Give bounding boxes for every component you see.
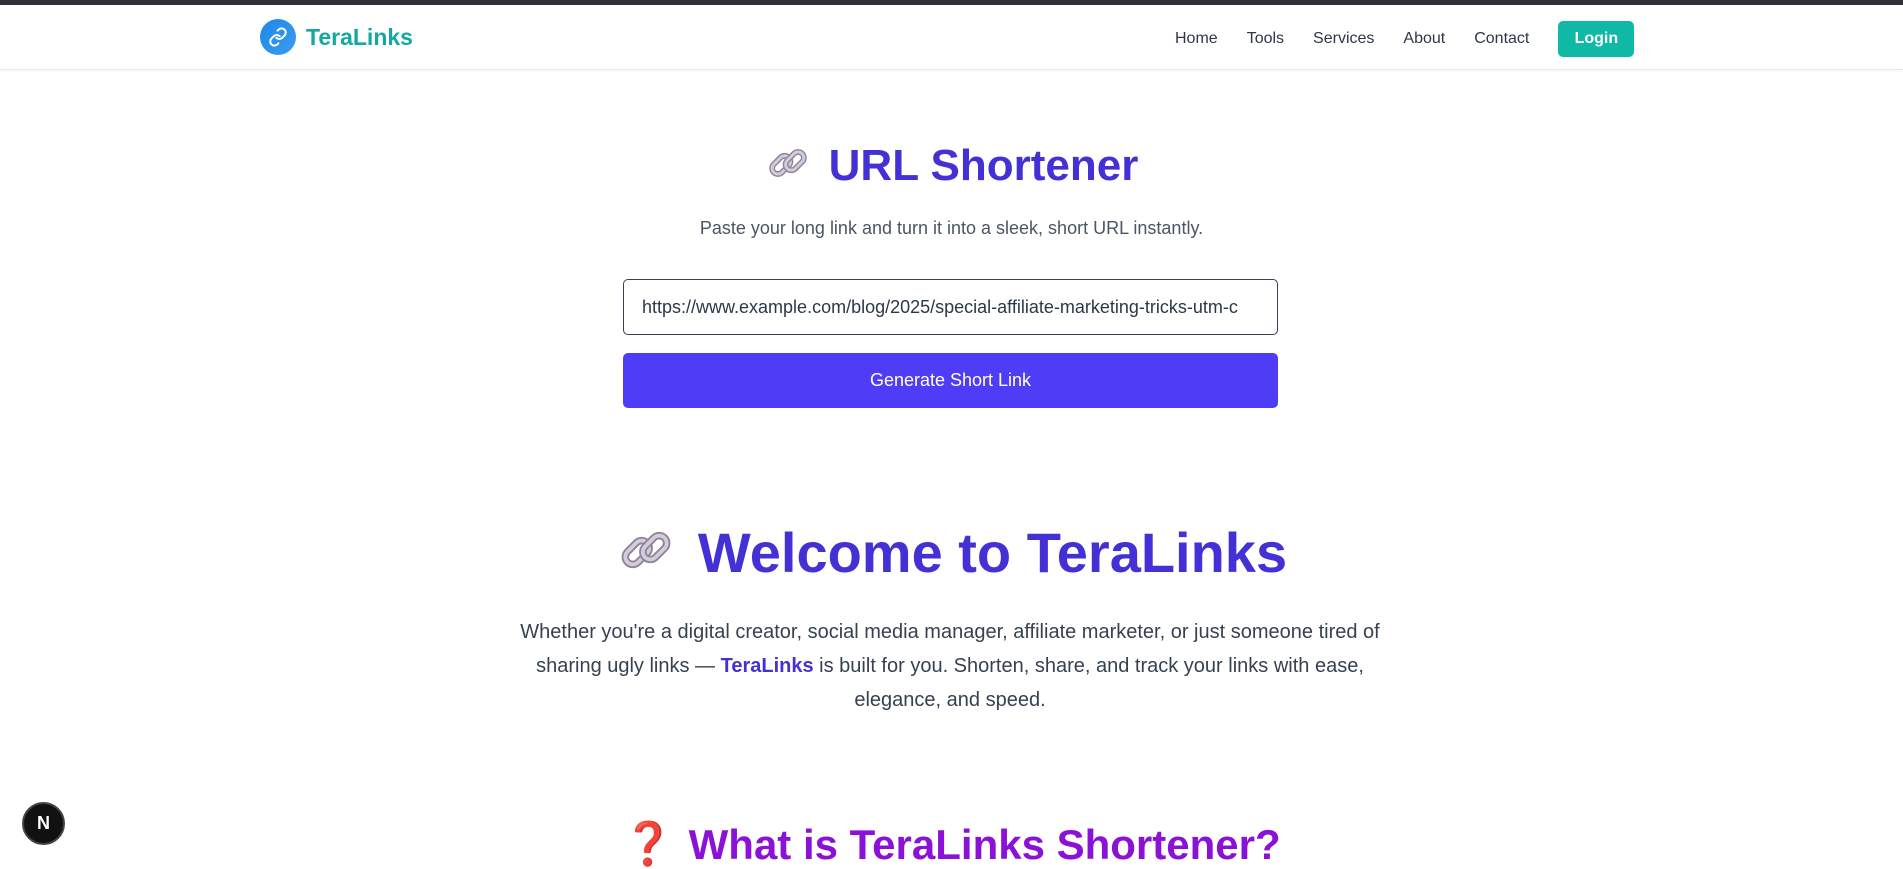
- long-url-input[interactable]: [623, 279, 1278, 335]
- what-is-title: What is TeraLinks Shortener?: [688, 820, 1281, 868]
- shortener-subtitle: Paste your long link and turn it into a …: [699, 218, 1204, 238]
- welcome-text-after: is built for you. Shorten, share, and tr…: [813, 655, 1364, 711]
- chain-link-icon: [616, 520, 676, 585]
- brand-logo-link[interactable]: TeraLinks: [260, 19, 413, 55]
- shortener-heading: URL Shortener: [0, 140, 1903, 191]
- welcome-heading: Welcome to TeraLinks: [0, 520, 1903, 585]
- nav-home[interactable]: Home: [1175, 30, 1218, 48]
- what-is-heading: ❓ What is TeraLinks Shortener?: [0, 820, 1903, 869]
- page-title: URL Shortener: [828, 140, 1139, 190]
- question-mark-icon: ❓: [622, 820, 675, 867]
- brand-name: TeraLinks: [306, 23, 413, 50]
- welcome-text-highlight: TeraLinks: [720, 655, 814, 677]
- nav-about[interactable]: About: [1403, 30, 1445, 48]
- nextjs-dev-badge[interactable]: N: [22, 802, 65, 845]
- nav-contact[interactable]: Contact: [1474, 30, 1529, 48]
- welcome-title: Welcome to TeraLinks: [697, 521, 1288, 584]
- chain-link-icon: [765, 140, 811, 191]
- site-header: TeraLinks Home Tools Services About Cont…: [0, 5, 1903, 70]
- generate-short-link-button[interactable]: Generate Short Link: [623, 353, 1278, 408]
- nav-services[interactable]: Services: [1313, 30, 1374, 48]
- link-icon: [260, 19, 296, 55]
- login-button[interactable]: Login: [1558, 21, 1635, 57]
- nav-tools[interactable]: Tools: [1247, 30, 1284, 48]
- welcome-paragraph: Whether you're a digital creator, social…: [510, 615, 1390, 717]
- main-nav: Home Tools Services About Contact Login: [1175, 21, 1635, 57]
